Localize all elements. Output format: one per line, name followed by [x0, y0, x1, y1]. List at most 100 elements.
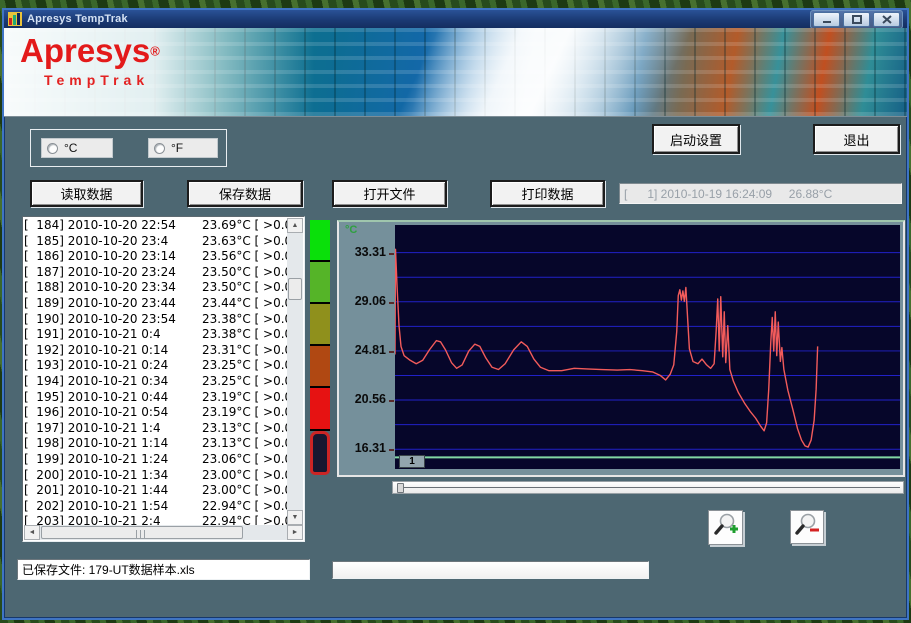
scale-segment-olive [310, 304, 330, 346]
saved-file-field: 已保存文件: 179-UT数据样本.xls [17, 559, 310, 580]
list-item[interactable]: [ 186] 2010-10-20 23:14 23.56°C [ >0.0 [24, 249, 287, 265]
vertical-scroll-thumb[interactable] [288, 278, 302, 300]
list-item[interactable]: [ 196] 2010-10-21 0:54 23.19°C [ >0.0 [24, 405, 287, 421]
list-item[interactable]: [ 187] 2010-10-20 23:24 23.50°C [ >0.0 [24, 265, 287, 281]
radio-icon [154, 143, 165, 154]
record-temperature: 23.13°C [ >0.0 [202, 421, 287, 437]
record-index-datetime: [ 199] 2010-10-21 1:24 [24, 452, 202, 468]
start-setup-button[interactable]: 启动设置 [652, 124, 740, 154]
record-temperature: 23.44°C [ >0.0 [202, 296, 287, 312]
scale-segment-orange [310, 346, 330, 388]
list-item[interactable]: [ 193] 2010-10-21 0:24 23.25°C [ >0.0 [24, 358, 287, 374]
record-index-datetime: [ 186] 2010-10-20 23:14 [24, 249, 202, 265]
list-item[interactable]: [ 190] 2010-10-20 23:54 23.38°C [ >0.0 [24, 312, 287, 328]
window-controls [810, 10, 903, 29]
y-tick-mark [389, 351, 394, 353]
list-item[interactable]: [ 199] 2010-10-21 1:24 23.06°C [ >0.0 [24, 452, 287, 468]
list-item[interactable]: [ 195] 2010-10-21 0:44 23.19°C [ >0.0 [24, 390, 287, 406]
record-index-datetime: [ 190] 2010-10-20 23:54 [24, 312, 202, 328]
list-item[interactable]: [ 197] 2010-10-21 1:4 23.13°C [ >0.0 [24, 421, 287, 437]
save-data-button[interactable]: 保存数据 [187, 180, 303, 207]
print-data-button[interactable]: 打印数据 [490, 180, 605, 207]
list-item[interactable]: [ 202] 2010-10-21 1:54 22.94°C [ >0.0 [24, 499, 287, 515]
list-item[interactable]: [ 203] 2010-10-21 2:4 22.94°C [ >0.0 [24, 514, 287, 525]
scroll-up-button[interactable]: ▲ [287, 218, 303, 233]
record-index-datetime: [ 198] 2010-10-21 1:14 [24, 436, 202, 452]
close-button[interactable] [873, 12, 900, 27]
list-item[interactable]: [ 184] 2010-10-20 22:54 23.69°C [ >0.0 [24, 218, 287, 234]
close-icon [882, 15, 892, 24]
zoom-out-icon [794, 512, 820, 543]
arrow-left-icon: ◄ [29, 529, 36, 536]
record-index-datetime: [ 197] 2010-10-21 1:4 [24, 421, 202, 437]
horizontal-scrollbar[interactable]: ◄ ► [24, 525, 303, 540]
temperature-color-scale [310, 220, 330, 477]
record-index-datetime: [ 196] 2010-10-21 0:54 [24, 405, 202, 421]
record-index-datetime: [ 203] 2010-10-21 2:4 [24, 514, 202, 525]
arrow-down-icon: ▼ [292, 514, 299, 521]
exit-button[interactable]: 退出 [813, 124, 900, 154]
maximize-button[interactable] [843, 12, 870, 27]
vertical-scrollbar[interactable]: ▲ ▼ [287, 218, 303, 525]
record-temperature: 23.25°C [ >0.0 [202, 374, 287, 390]
y-tick-label: 29.06 [355, 294, 386, 308]
scroll-down-button[interactable]: ▼ [287, 510, 303, 525]
record-index-datetime: [ 195] 2010-10-21 0:44 [24, 390, 202, 406]
data-listbox: [ 184] 2010-10-20 22:54 23.69°C [ >0.0 [… [22, 216, 305, 542]
horizontal-scroll-thumb[interactable] [41, 526, 243, 539]
record-temperature: 23.13°C [ >0.0 [202, 436, 287, 452]
list-item[interactable]: [ 192] 2010-10-21 0:14 23.31°C [ >0.0 [24, 343, 287, 359]
fahrenheit-label: °F [171, 141, 183, 155]
unit-groupbox: °C °F [30, 129, 227, 167]
read-data-button[interactable]: 读取数据 [30, 180, 143, 207]
series-tab-1[interactable]: 1 [399, 455, 425, 468]
temperature-chart: °C 33.3129.0624.8120.5616.31 1 [337, 220, 905, 477]
scroll-grip-icon [136, 530, 148, 538]
list-item[interactable]: [ 194] 2010-10-21 0:34 23.25°C [ >0.0 [24, 374, 287, 390]
scale-segment-red [310, 388, 330, 431]
scale-segment-lightgreen [310, 262, 330, 304]
data-rows: [ 184] 2010-10-20 22:54 23.69°C [ >0.0 [… [24, 218, 287, 525]
list-item[interactable]: [ 185] 2010-10-20 23:4 23.63°C [ >0.0 [24, 234, 287, 250]
titlebar: Apresys TempTrak [4, 10, 907, 28]
record-temperature: 23.25°C [ >0.0 [202, 358, 287, 374]
chart-scroll-slider[interactable] [392, 481, 904, 494]
y-tick-label: 20.56 [355, 392, 386, 406]
zoom-in-icon [713, 512, 739, 543]
brand-name: Apresys [20, 32, 150, 69]
header-banner: Apresys® TempTrak [4, 28, 907, 117]
zoom-out-button[interactable] [790, 510, 824, 544]
record-temperature: 23.69°C [ >0.0 [202, 218, 287, 234]
record-temperature: 22.94°C [ >0.0 [202, 514, 287, 525]
y-tick-mark [389, 449, 394, 451]
record-temperature: 23.00°C [ >0.0 [202, 483, 287, 499]
minimize-button[interactable] [813, 12, 840, 27]
open-file-button[interactable]: 打开文件 [332, 180, 447, 207]
slider-thumb[interactable] [397, 483, 404, 493]
current-record-field: [ 1] 2010-10-19 16:24:09 26.88°C [619, 183, 902, 204]
record-temperature: 23.50°C [ >0.0 [202, 265, 287, 281]
record-index-datetime: [ 191] 2010-10-21 0:4 [24, 327, 202, 343]
record-temperature: 23.00°C [ >0.0 [202, 468, 287, 484]
record-index-datetime: [ 187] 2010-10-20 23:24 [24, 265, 202, 281]
celsius-radio[interactable]: °C [41, 138, 113, 158]
record-temperature: 23.38°C [ >0.0 [202, 312, 287, 328]
list-item[interactable]: [ 198] 2010-10-21 1:14 23.13°C [ >0.0 [24, 436, 287, 452]
window-title: Apresys TempTrak [27, 13, 128, 25]
list-item[interactable]: [ 200] 2010-10-21 1:34 23.00°C [ >0.0 [24, 468, 287, 484]
list-item[interactable]: [ 201] 2010-10-21 1:44 23.00°C [ >0.0 [24, 483, 287, 499]
list-item[interactable]: [ 191] 2010-10-21 0:4 23.38°C [ >0.0 [24, 327, 287, 343]
fahrenheit-radio[interactable]: °F [148, 138, 218, 158]
record-temperature: 23.63°C [ >0.0 [202, 234, 287, 250]
scroll-right-button[interactable]: ► [287, 525, 303, 540]
record-index-datetime: [ 193] 2010-10-21 0:24 [24, 358, 202, 374]
brand-logo: Apresys® TempTrak [20, 32, 160, 88]
y-tick-label: 33.31 [355, 245, 386, 259]
list-item[interactable]: [ 188] 2010-10-20 23:34 23.50°C [ >0.0 [24, 280, 287, 296]
record-index-datetime: [ 185] 2010-10-20 23:4 [24, 234, 202, 250]
chart-plot-area: 1 [395, 225, 900, 469]
list-item[interactable]: [ 189] 2010-10-20 23:44 23.44°C [ >0.0 [24, 296, 287, 312]
scroll-left-button[interactable]: ◄ [24, 525, 40, 540]
record-index-datetime: [ 192] 2010-10-21 0:14 [24, 343, 202, 359]
zoom-in-button[interactable] [708, 510, 743, 545]
